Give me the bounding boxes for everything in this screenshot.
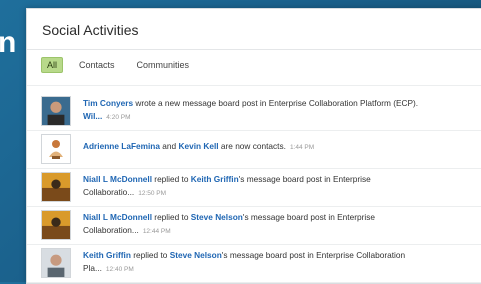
title-divider [27, 49, 481, 50]
activity-text: Adrienne LaFemina and Kevin Kell are now… [83, 141, 315, 151]
avatar-photo-icon[interactable] [41, 172, 71, 202]
list-item: Niall L McDonnell replied to Steve Nelso… [27, 207, 481, 245]
timestamp: 12:44 PM [142, 228, 171, 235]
tab-communities[interactable]: Communities [131, 57, 196, 73]
list-item: Keith Griffin replied to Steve Nelson's … [27, 245, 481, 283]
avatar-photo-icon[interactable] [41, 210, 71, 240]
avatar-default-icon[interactable] [41, 134, 71, 164]
timestamp: 12:50 PM [138, 190, 167, 197]
timestamp: 12:40 PM [105, 266, 134, 273]
person-link[interactable]: Steve Nelson [191, 212, 243, 222]
list-item: Adrienne LaFemina and Kevin Kell are now… [27, 131, 481, 169]
actor-link[interactable]: Niall L McDonnell [83, 212, 152, 222]
person-link[interactable]: Steve Nelson [170, 250, 222, 260]
tabs-divider [27, 85, 481, 86]
actor-link[interactable]: Adrienne LaFemina [83, 141, 160, 151]
social-activities-panel: Social Activities All Contacts Communiti… [26, 8, 481, 284]
avatar-photo-icon[interactable] [41, 96, 71, 126]
actor-link[interactable]: Keith Griffin [83, 250, 131, 260]
tab-contacts[interactable]: Contacts [73, 57, 121, 73]
post-link[interactable]: Pla... [83, 263, 102, 273]
actor-link[interactable]: Tim Conyers [83, 98, 133, 108]
list-item: Niall L McDonnell replied to Keith Griff… [27, 169, 481, 207]
activity-text: Keith Griffin replied to Steve Nelson's … [83, 250, 406, 273]
post-link[interactable]: Collaboration... [83, 225, 139, 235]
list-item: Tim Conyers wrote a new message board po… [27, 93, 481, 131]
post-link[interactable]: Collaboratio... [83, 187, 134, 197]
background-partial-heading: n [0, 26, 17, 59]
tab-all[interactable]: All [41, 57, 64, 73]
timestamp: 4:20 PM [106, 114, 131, 121]
panel-title: Social Activities [42, 22, 139, 38]
contact-link[interactable]: Kevin Kell [178, 141, 218, 151]
person-link[interactable]: Keith Griffin [191, 174, 239, 184]
avatar-photo-icon[interactable] [41, 248, 71, 278]
activity-text: Niall L McDonnell replied to Keith Griff… [83, 174, 371, 197]
post-link[interactable]: Wil... [83, 111, 102, 121]
activity-feed: Tim Conyers wrote a new message board po… [27, 93, 481, 283]
actor-link[interactable]: Niall L McDonnell [83, 174, 152, 184]
timestamp: 1:44 PM [289, 144, 315, 151]
activity-text: Niall L McDonnell replied to Steve Nelso… [83, 212, 375, 235]
activity-text: Tim Conyers wrote a new message board po… [83, 98, 419, 121]
filter-tabs: All Contacts Communities [41, 56, 195, 74]
